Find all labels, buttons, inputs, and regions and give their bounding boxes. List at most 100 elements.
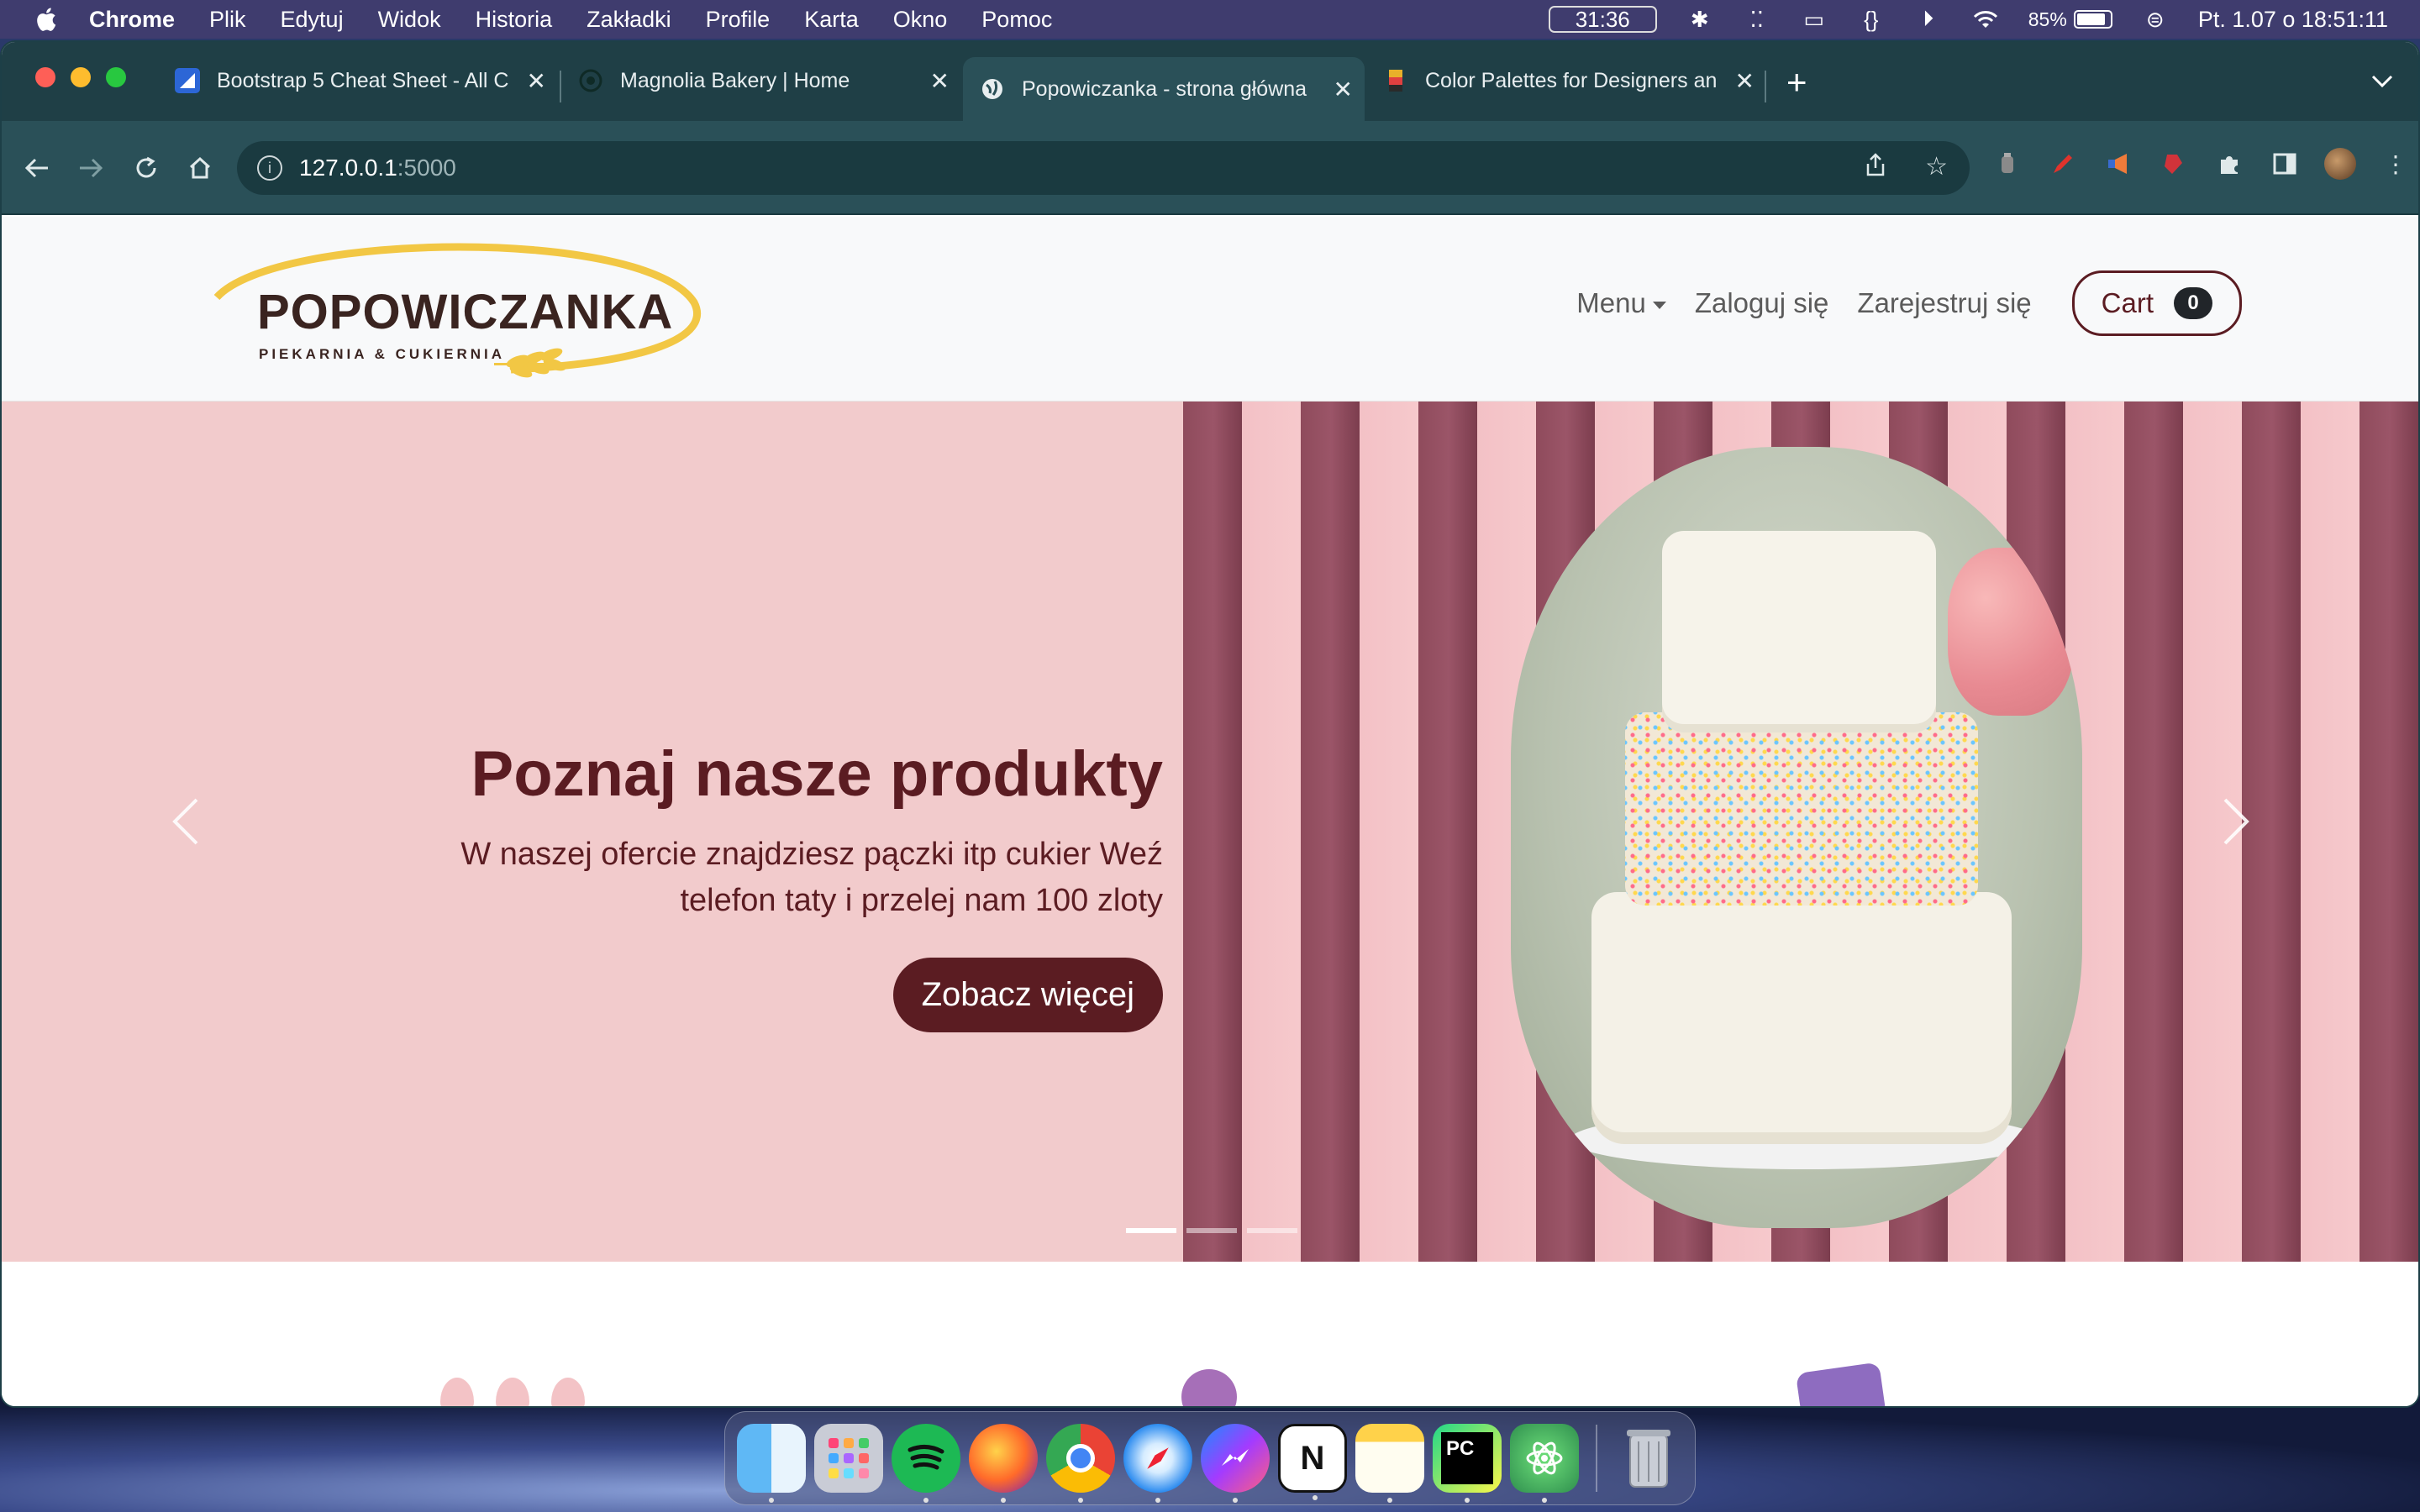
close-window-button[interactable] bbox=[35, 67, 55, 87]
drop-shape-icon bbox=[496, 1378, 529, 1406]
back-arrow-icon[interactable] bbox=[20, 151, 54, 185]
chrome-icon[interactable] bbox=[1046, 1424, 1115, 1503]
extension-jar-icon[interactable] bbox=[1991, 148, 2023, 180]
carousel-indicator-3[interactable] bbox=[1247, 1228, 1297, 1233]
share-icon[interactable] bbox=[1865, 152, 1886, 184]
pycharm-icon[interactable]: PC bbox=[1433, 1424, 1502, 1503]
menubar-item-bookmarks[interactable]: Zakładki bbox=[587, 7, 671, 33]
see-more-button[interactable]: Zobacz więcej bbox=[892, 957, 1163, 1032]
spotify-icon[interactable] bbox=[892, 1424, 960, 1503]
menubar-item-file[interactable]: Plik bbox=[209, 7, 246, 33]
extensions-puzzle-icon[interactable] bbox=[2213, 148, 2245, 180]
carousel-indicator-2[interactable] bbox=[1186, 1228, 1237, 1233]
tab-magnolia-bakery[interactable]: Magnolia Bakery | Home ✕ bbox=[561, 55, 961, 106]
cart-count-badge: 0 bbox=[2174, 287, 2212, 319]
carousel-next-chevron-icon[interactable] bbox=[2222, 796, 2255, 847]
tab-popowiczanka-active[interactable]: Popowiczanka - strona główna ✕ bbox=[963, 57, 1365, 121]
battery-percent: 85% bbox=[2028, 8, 2067, 30]
menubar-item-window[interactable]: Okno bbox=[893, 7, 948, 33]
display-icon[interactable]: ▭ bbox=[1800, 7, 1828, 32]
features-section bbox=[2, 1262, 2418, 1406]
carousel-indicators bbox=[1126, 1228, 1297, 1233]
chrome-menu-kebab-icon[interactable]: ⋮ bbox=[2380, 148, 2412, 180]
notes-icon[interactable] bbox=[1355, 1424, 1424, 1503]
carousel-indicator-1[interactable] bbox=[1126, 1228, 1176, 1233]
site-logo[interactable]: POPOWICZANKA PIEKARNIA & CUKIERNIA bbox=[208, 237, 704, 380]
nav-menu-dropdown[interactable]: Menu bbox=[1576, 287, 1666, 319]
address-bar[interactable]: i 127.0.0.1:5000 ☆ bbox=[237, 141, 1970, 195]
zoom-window-button[interactable] bbox=[106, 67, 126, 87]
trash-icon[interactable] bbox=[1614, 1424, 1683, 1493]
bootstrap-favicon-icon bbox=[175, 68, 200, 93]
tab-search-chevron-icon[interactable] bbox=[2371, 67, 2393, 94]
tab-close-icon[interactable]: ✕ bbox=[1334, 76, 1353, 103]
url-port: :5000 bbox=[397, 155, 456, 181]
nav-login-link[interactable]: Zaloguj się bbox=[1695, 287, 1829, 319]
profile-avatar[interactable] bbox=[2324, 148, 2356, 180]
firefox-icon[interactable] bbox=[969, 1424, 1038, 1503]
circle-shape-icon bbox=[1181, 1369, 1237, 1406]
apple-menu-icon[interactable] bbox=[30, 4, 60, 34]
url-host: 127.0.0.1 bbox=[299, 155, 397, 181]
reload-icon[interactable] bbox=[129, 151, 163, 185]
extension-pen-icon[interactable] bbox=[2047, 148, 2079, 180]
tab-close-icon[interactable]: ✕ bbox=[527, 67, 546, 95]
side-panel-icon[interactable] bbox=[2269, 148, 2301, 180]
forward-arrow-icon[interactable] bbox=[74, 151, 108, 185]
tab-color-palettes[interactable]: Color Palettes for Designers an ✕ bbox=[1366, 55, 1766, 106]
logo-title: POPOWICZANKA bbox=[257, 285, 674, 339]
tab-close-icon[interactable]: ✕ bbox=[930, 67, 950, 95]
control-center-icon[interactable]: ⊜ bbox=[2141, 7, 2170, 32]
menubar-item-history[interactable]: Historia bbox=[476, 7, 553, 33]
window-controls bbox=[35, 67, 126, 87]
menubar-item-view[interactable]: Widok bbox=[378, 7, 441, 33]
cart-button[interactable]: Cart 0 bbox=[2071, 270, 2242, 336]
battery-indicator[interactable]: 85% bbox=[2028, 8, 2112, 31]
nav-register-link[interactable]: Zarejestruj się bbox=[1857, 287, 2031, 319]
minimize-window-button[interactable] bbox=[71, 67, 91, 87]
safari-icon[interactable] bbox=[1123, 1424, 1192, 1503]
macos-menubar: Chrome Plik Edytuj Widok Historia Zakład… bbox=[0, 0, 2420, 39]
tab-title: Color Palettes for Designers an bbox=[1425, 68, 1718, 92]
menubar-item-help[interactable]: Pomoc bbox=[981, 7, 1052, 33]
hero-title: Poznaj nasze produkty bbox=[471, 738, 1164, 810]
square-shape-icon bbox=[1795, 1362, 1889, 1406]
new-tab-button[interactable]: + bbox=[1786, 62, 1807, 102]
magnolia-favicon-icon bbox=[578, 68, 603, 93]
menubar-app-name[interactable]: Chrome bbox=[89, 7, 175, 33]
cake-image bbox=[1511, 447, 2082, 1228]
hero-carousel: Poznaj nasze produkty W naszej ofercie z… bbox=[2, 402, 2418, 1262]
timer-widget[interactable]: 31:36 bbox=[1548, 6, 1657, 33]
wifi-icon[interactable] bbox=[1971, 7, 2000, 32]
tab-title: Popowiczanka - strona główna bbox=[1022, 76, 1307, 101]
atom-icon[interactable] bbox=[1510, 1424, 1579, 1503]
play-circle-icon[interactable]: ⏵ bbox=[1914, 6, 1943, 32]
logo-subtitle: PIEKARNIA & CUKIERNIA bbox=[259, 346, 506, 362]
extension-megaphone-icon[interactable] bbox=[2102, 148, 2134, 180]
tab-strip: Bootstrap 5 Cheat Sheet - All C ✕ Magnol… bbox=[2, 42, 2418, 129]
dock-separator bbox=[1596, 1425, 1597, 1492]
dots-grid-icon[interactable]: ⁚⁚ bbox=[1743, 7, 1771, 32]
menubar-item-profiles[interactable]: Profile bbox=[706, 7, 771, 33]
tab-close-icon[interactable]: ✕ bbox=[1735, 67, 1754, 95]
drop-shape-icon bbox=[440, 1378, 474, 1406]
launchpad-icon[interactable] bbox=[814, 1424, 883, 1493]
menubar-item-edit[interactable]: Edytuj bbox=[281, 7, 344, 33]
notion-icon[interactable]: N bbox=[1278, 1424, 1347, 1500]
carousel-prev-chevron-icon[interactable] bbox=[170, 796, 203, 847]
hero-text: W naszej ofercie znajdziesz pączki itp c… bbox=[460, 836, 1163, 918]
globe-favicon-icon bbox=[980, 76, 1005, 102]
home-icon[interactable] bbox=[183, 151, 217, 185]
extension-tag-icon[interactable] bbox=[2158, 148, 2190, 180]
menubar-item-tab[interactable]: Karta bbox=[804, 7, 859, 33]
tab-bootstrap-cheatsheet[interactable]: Bootstrap 5 Cheat Sheet - All C ✕ bbox=[158, 55, 558, 106]
messenger-icon[interactable] bbox=[1201, 1424, 1270, 1503]
site-info-icon[interactable]: i bbox=[257, 155, 282, 181]
bookmark-star-icon[interactable]: ☆ bbox=[1925, 152, 1948, 184]
finder-icon[interactable] bbox=[737, 1424, 806, 1503]
drop-shape-icon bbox=[551, 1378, 585, 1406]
hero-caption: Poznaj nasze produkty W naszej ofercie z… bbox=[407, 739, 1163, 1032]
bluetooth-icon[interactable]: ✱ bbox=[1686, 7, 1714, 32]
braces-icon[interactable]: {} bbox=[1857, 7, 1886, 32]
menubar-clock[interactable]: Pt. 1.07 o 18:51:11 bbox=[2198, 7, 2388, 33]
